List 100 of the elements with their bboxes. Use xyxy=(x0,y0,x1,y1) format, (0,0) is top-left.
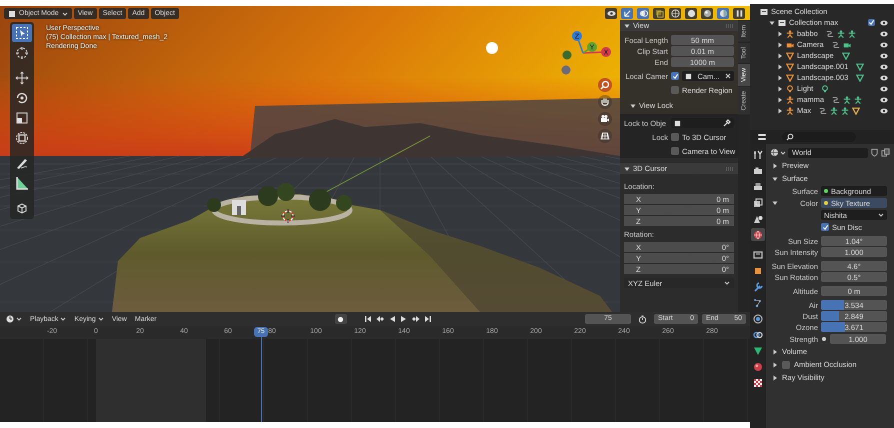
eye-icon[interactable] xyxy=(880,84,888,92)
editor-type-button[interactable] xyxy=(4,315,24,323)
cube-icon xyxy=(15,201,29,215)
viewport-toggle-button[interactable] xyxy=(701,8,713,19)
crosshair-circle-icon xyxy=(15,46,29,60)
viewport-toggle-button[interactable] xyxy=(717,8,729,19)
viewport-toggle-button[interactable] xyxy=(653,8,665,19)
search-field[interactable] xyxy=(782,132,856,142)
camera-icon xyxy=(842,40,851,48)
checkbox[interactable] xyxy=(671,72,679,80)
expand-arrow-icon[interactable] xyxy=(772,176,778,182)
checkbox[interactable] xyxy=(782,360,790,368)
properties-tab[interactable] xyxy=(751,196,765,209)
expand-arrow-icon[interactable] xyxy=(777,64,783,70)
eye-icon[interactable] xyxy=(880,52,888,60)
stopwatch-icon[interactable] xyxy=(638,314,647,324)
pause-icon xyxy=(734,9,744,18)
sphere-icon xyxy=(753,362,763,372)
checkbox[interactable] xyxy=(868,19,875,26)
particles-icon xyxy=(753,298,763,308)
expand-arrow-icon[interactable] xyxy=(630,102,636,108)
eye-icon[interactable] xyxy=(880,18,888,26)
figure-icon xyxy=(843,96,852,104)
figure-icon xyxy=(830,106,838,114)
sliders-icon xyxy=(757,132,767,142)
render-icon xyxy=(753,166,763,176)
caret-icon xyxy=(98,316,104,322)
expand-arrow-icon[interactable] xyxy=(624,22,630,28)
wrench-icon xyxy=(753,282,763,292)
eye-icon xyxy=(606,9,616,18)
expand-arrow-icon[interactable] xyxy=(772,362,778,368)
checkbox[interactable] xyxy=(671,133,679,141)
expand-arrow-icon[interactable] xyxy=(624,166,630,172)
expand-arrow-icon[interactable] xyxy=(777,42,783,48)
checkbox[interactable] xyxy=(821,223,829,231)
viewport-toggle-button[interactable] xyxy=(621,8,633,19)
properties-tab[interactable] xyxy=(751,228,765,241)
bulb-icon xyxy=(786,84,794,92)
expand-arrow-icon[interactable] xyxy=(772,200,778,206)
jump-end-icon xyxy=(424,315,432,323)
expand-arrow-icon[interactable] xyxy=(772,348,778,354)
expand-arrow-icon[interactable] xyxy=(777,86,783,92)
eye-icon[interactable] xyxy=(880,30,888,38)
navigation-button[interactable] xyxy=(598,112,612,126)
expand-arrow-icon[interactable] xyxy=(777,30,783,36)
material-sphere-icon xyxy=(702,9,712,18)
caret-icon xyxy=(62,10,68,16)
viewport-toggle-button[interactable] xyxy=(669,8,681,19)
checkmark-icon xyxy=(822,224,828,230)
caret-icon xyxy=(780,150,786,156)
checkbox[interactable] xyxy=(671,86,679,94)
socket-dot xyxy=(824,201,828,205)
ruler-icon xyxy=(15,176,29,190)
object-field[interactable] xyxy=(671,118,734,128)
viewport-toggle-button[interactable] xyxy=(733,8,745,19)
world-type-button[interactable] xyxy=(770,148,786,157)
zoom-icon xyxy=(600,80,610,90)
expand-arrow-icon[interactable] xyxy=(777,52,783,58)
search-icon xyxy=(786,133,794,141)
viewport-toggle-button[interactable] xyxy=(637,8,649,19)
navigation-button[interactable] xyxy=(598,129,612,143)
checkbox[interactable] xyxy=(671,147,679,155)
play-icon xyxy=(400,315,408,323)
properties-tab[interactable] xyxy=(751,148,765,161)
box-icon xyxy=(753,250,763,260)
expand-arrow-icon[interactable] xyxy=(777,74,783,80)
properties-tab[interactable] xyxy=(751,360,765,373)
expand-arrow-icon[interactable] xyxy=(772,374,778,380)
eye-icon[interactable] xyxy=(880,106,888,114)
transport-button[interactable] xyxy=(410,314,421,324)
duplicate-icon[interactable] xyxy=(881,148,890,157)
transport-button[interactable] xyxy=(422,314,433,324)
expand-arrow-icon[interactable] xyxy=(769,20,775,26)
globe-icon xyxy=(753,230,763,240)
transport-button[interactable] xyxy=(374,314,385,324)
triangle-icon xyxy=(852,106,860,114)
figure-icon xyxy=(841,106,850,114)
expand-arrow-icon[interactable] xyxy=(777,108,783,114)
properties-tab[interactable] xyxy=(751,376,765,389)
shield-icon[interactable] xyxy=(870,148,879,157)
eye-icon[interactable] xyxy=(880,96,888,104)
properties-tab[interactable] xyxy=(751,180,765,193)
eye-icon[interactable] xyxy=(880,62,888,70)
expand-arrow-icon[interactable] xyxy=(772,162,778,168)
viewport-toggle-button[interactable] xyxy=(605,8,617,19)
viewport-toggle-button[interactable] xyxy=(685,8,697,19)
camera-icon xyxy=(600,114,610,124)
transport-button[interactable] xyxy=(362,314,373,324)
record-button[interactable] xyxy=(334,314,347,324)
eyedropper-icon[interactable] xyxy=(723,119,731,127)
expand-arrow-icon[interactable] xyxy=(777,96,783,102)
navigation-button[interactable] xyxy=(598,95,612,109)
clear-icon[interactable] xyxy=(725,73,731,79)
properties-tab[interactable] xyxy=(751,312,765,325)
orbit-icon xyxy=(753,314,763,324)
eye-icon[interactable] xyxy=(880,40,888,48)
tool-button[interactable] xyxy=(12,24,32,42)
eye-icon[interactable] xyxy=(880,74,888,82)
next-keyframe-icon xyxy=(412,315,420,323)
square-icon xyxy=(753,266,763,276)
